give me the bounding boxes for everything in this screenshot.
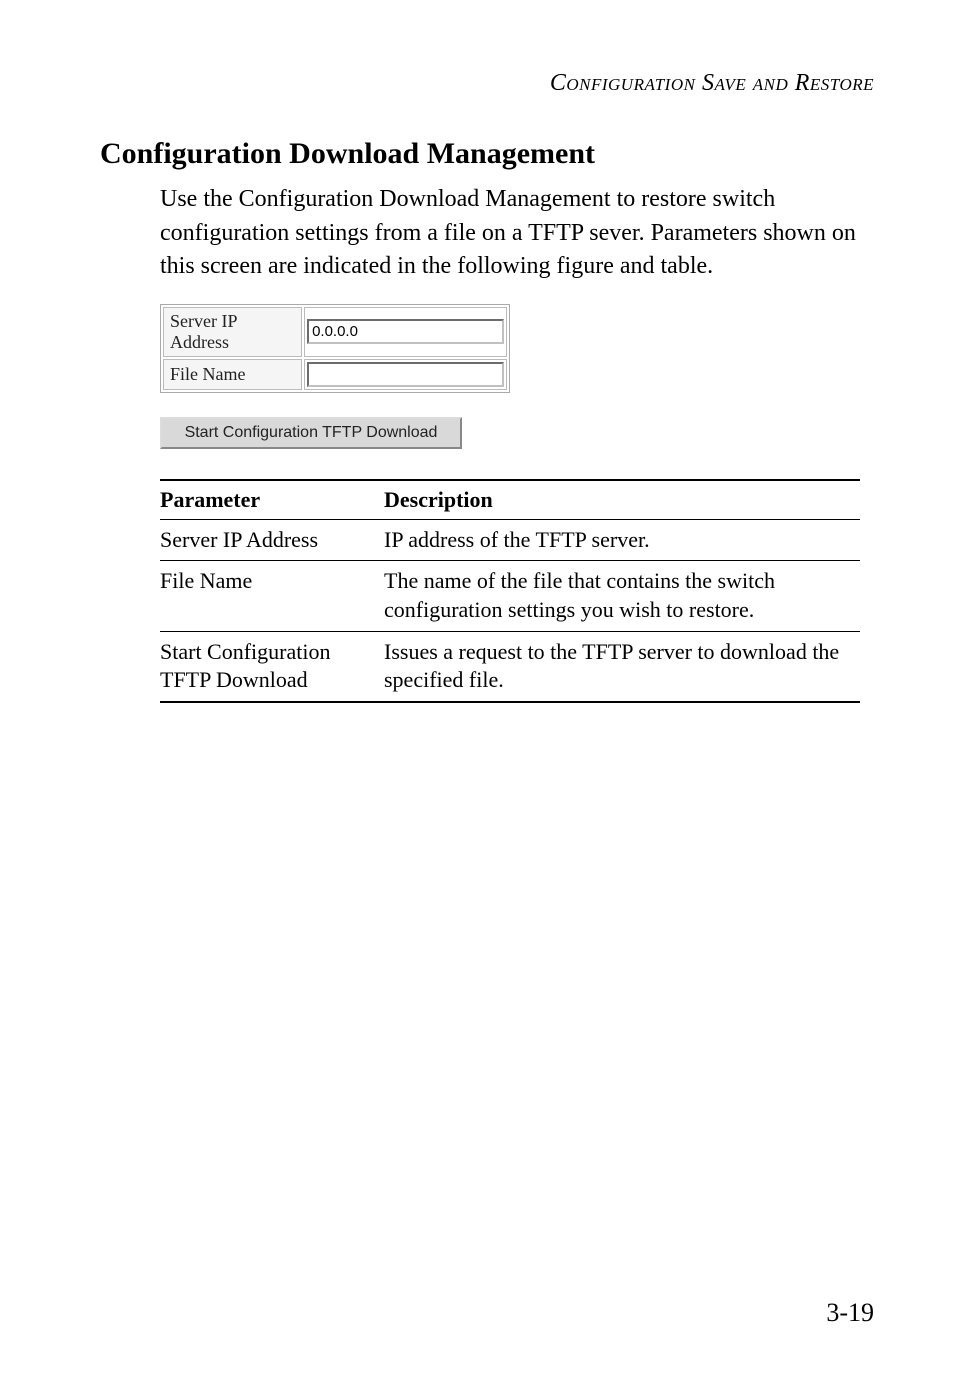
file-name-input[interactable] <box>307 362 504 387</box>
param-name: File Name <box>160 561 384 631</box>
col-header-description: Description <box>384 480 860 520</box>
server-ip-cell <box>304 307 507 357</box>
section-heading: Configuration Download Management <box>100 137 874 171</box>
page-number: 3-19 <box>826 1298 874 1328</box>
file-name-label: File Name <box>163 359 302 390</box>
param-name: Server IP Address <box>160 519 384 561</box>
start-download-button[interactable]: Start Configuration TFTP Download <box>160 417 462 449</box>
intro-paragraph: Use the Configuration Download Managemen… <box>160 183 874 284</box>
config-form: Server IP Address File Name <box>160 304 510 393</box>
param-desc: The name of the file that contains the s… <box>384 561 860 631</box>
param-desc: Issues a request to the TFTP server to d… <box>384 631 860 702</box>
form-table: Server IP Address File Name <box>160 304 510 393</box>
table-row: Start Configuration TFTP Download Issues… <box>160 631 860 702</box>
param-name: Start Configuration TFTP Download <box>160 631 384 702</box>
server-ip-input[interactable] <box>307 319 504 344</box>
form-row-server-ip: Server IP Address <box>163 307 507 357</box>
parameter-table-header-row: Parameter Description <box>160 480 860 520</box>
running-header: Configuration Save and Restore <box>100 70 874 97</box>
table-row: File Name The name of the file that cont… <box>160 561 860 631</box>
server-ip-label: Server IP Address <box>163 307 302 357</box>
parameter-table: Parameter Description Server IP Address … <box>160 479 860 703</box>
page: Configuration Save and Restore Configura… <box>0 0 954 1388</box>
file-name-cell <box>304 359 507 390</box>
col-header-parameter: Parameter <box>160 480 384 520</box>
param-desc: IP address of the TFTP server. <box>384 519 860 561</box>
table-row: Server IP Address IP address of the TFTP… <box>160 519 860 561</box>
form-row-file-name: File Name <box>163 359 507 390</box>
